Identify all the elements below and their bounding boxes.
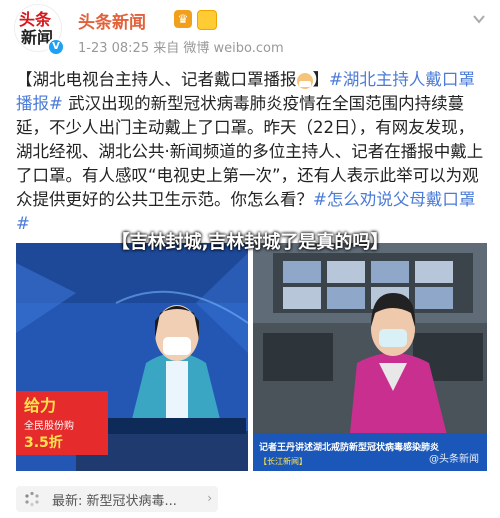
face-mask-emoji-icon [296,72,313,89]
image-badge-icon [197,10,217,30]
image-watermark: @头条新闻 [429,454,479,465]
post-meta: 1-23 08:25 来自 微博 weibo.com [78,41,284,56]
photo-left[interactable]: 给力 全民股份购 3.5折 [16,243,248,471]
chevron-right-icon: › [207,491,212,505]
promo-line-3: 3.5折 [24,434,63,451]
avatar-text-1: 头条 [19,10,52,29]
verified-icon: V [47,38,65,56]
news-ticker-sub: 【长江新闻】 [259,456,307,466]
vip-badge-icon: ♛ [174,10,192,28]
chevron-down-icon[interactable] [472,12,486,26]
spinner-icon [25,491,39,507]
photo-right[interactable]: 记者王丹讲述湖北戒防新型冠状病毒感染肺炎 【长江新闻】 @头条新闻 [253,243,487,471]
overlay-title: 【吉林封城,吉林封城了是真的吗】 [111,232,389,253]
post-header: 头条 新闻 V 头条新闻 ♛ 1-23 08:25 来自 微博 weibo.co… [0,0,500,62]
related-topic-text: 最新: 新型冠状病毒... [52,494,177,509]
anchor-scene: 给力 全民股份购 3.5折 [16,243,248,471]
post-text-part-1b: 】 [312,70,330,89]
reporter-scene: 记者王丹讲述湖北戒防新型冠状病毒感染肺炎 【长江新闻】 [253,243,487,471]
news-ticker: 记者王丹讲述湖北戒防新型冠状病毒感染肺炎 [259,441,439,453]
post-text: 【湖北电视台主持人、记者戴口罩播报 】#湖北主持人戴口罩播报# 武汉出现的新型冠状… [16,68,488,236]
account-name[interactable]: 头条新闻 [78,8,146,33]
related-topic-bar[interactable]: 最新: 新型冠状病毒... › [16,486,218,512]
promo-line-2: 全民股份购 [24,419,74,432]
post-text-part-1: 【湖北电视台主持人、记者戴口罩播报 [16,70,297,89]
promo-line-1: 给力 [24,396,56,415]
